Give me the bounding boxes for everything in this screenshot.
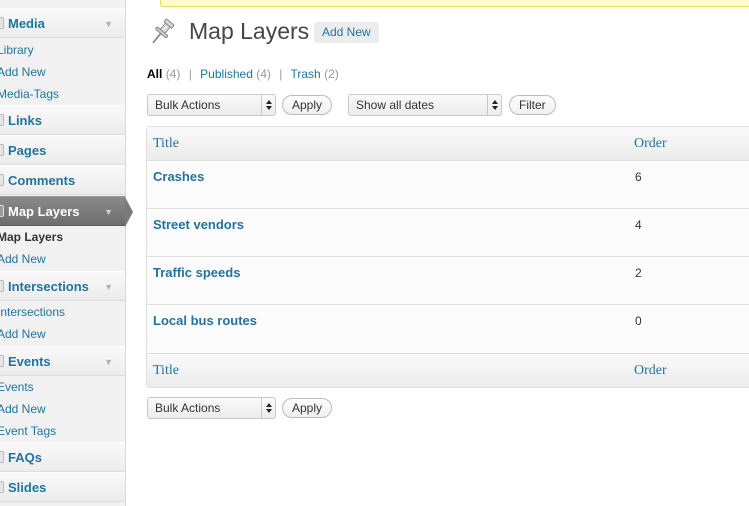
- menu-links[interactable]: Links: [0, 105, 125, 135]
- main-content: Map Layers Add New All (4) | Published (…: [126, 0, 749, 506]
- bulk-actions-select-bottom[interactable]: Bulk Actions: [147, 397, 276, 419]
- faqs-icon: [0, 451, 4, 463]
- intersections-icon: [0, 280, 4, 292]
- add-new-button[interactable]: Add New: [314, 22, 379, 43]
- map-layers-icon: [0, 205, 4, 217]
- menu-media[interactable]: Media ▼: [0, 8, 125, 38]
- dates-select[interactable]: Show all dates: [348, 94, 502, 116]
- menu-map-layers-label: Map Layers: [8, 203, 80, 219]
- menu-links-label: Links: [8, 112, 42, 128]
- column-order-footer[interactable]: Order: [634, 363, 667, 379]
- pages-icon: [0, 144, 4, 156]
- row-order-value: 0: [635, 314, 642, 328]
- table-row: Street vendors 4: [147, 209, 749, 257]
- menu-comments[interactable]: Comments: [0, 165, 125, 195]
- submenu-media-tags[interactable]: Media-Tags: [0, 87, 59, 101]
- filter-all-count: (4): [165, 67, 181, 81]
- filter-trash-count: (2): [324, 67, 339, 81]
- select-arrows-icon: [487, 95, 501, 115]
- filter-button[interactable]: Filter: [509, 95, 556, 115]
- submenu-map-layers-add-new[interactable]: Add New: [0, 252, 46, 266]
- bulk-actions-select[interactable]: Bulk Actions: [147, 94, 276, 116]
- row-title-link[interactable]: Traffic speeds: [153, 265, 240, 280]
- menu-media-label: Media: [8, 15, 45, 31]
- chevron-down-icon[interactable]: ▼: [104, 282, 113, 292]
- row-order-value: 4: [635, 218, 642, 232]
- page-title: Map Layers: [189, 18, 310, 44]
- table-row: Crashes 6: [147, 161, 749, 209]
- menu-pages[interactable]: Pages: [0, 135, 125, 165]
- row-title-link[interactable]: Street vendors: [153, 217, 244, 232]
- status-filter-links: All (4) | Published (4) | Trash (2): [147, 67, 339, 81]
- dates-value: Show all dates: [356, 98, 435, 112]
- menu-faqs-label: FAQs: [8, 449, 42, 465]
- submenu-event-tags[interactable]: Event Tags: [0, 424, 56, 438]
- table-row: Traffic speeds 2: [147, 257, 749, 305]
- menu-events[interactable]: Events ▼: [0, 346, 125, 376]
- table-header: Title Order: [147, 127, 749, 161]
- menu-slides-label: Slides: [8, 479, 47, 495]
- row-order-value: 6: [635, 170, 642, 184]
- filter-separator: |: [279, 67, 283, 81]
- media-icon: [0, 17, 4, 29]
- bulk-actions-value: Bulk Actions: [155, 401, 221, 415]
- submenu-map-layers[interactable]: Map Layers: [0, 230, 63, 244]
- row-title-link[interactable]: Local bus routes: [153, 313, 257, 328]
- slides-icon: [0, 481, 4, 493]
- apply-button-bottom[interactable]: Apply: [282, 398, 333, 418]
- menu-events-label: Events: [8, 353, 51, 369]
- chevron-down-icon[interactable]: ▼: [104, 207, 113, 217]
- filter-all[interactable]: All: [147, 67, 162, 81]
- column-order-header[interactable]: Order: [634, 136, 667, 152]
- map-layers-table: Title Order Crashes 6 Street vendors 4 T…: [146, 126, 749, 388]
- events-icon: [0, 355, 4, 367]
- menu-faqs[interactable]: FAQs: [0, 442, 125, 472]
- submenu-media-add-new[interactable]: Add New: [0, 65, 46, 79]
- column-title-footer[interactable]: Title: [153, 363, 179, 379]
- row-order-value: 2: [635, 266, 642, 280]
- menu-map-layers[interactable]: Map Layers ▼: [0, 196, 133, 227]
- menu-comments-label: Comments: [8, 172, 76, 188]
- menu-intersections[interactable]: Intersections ▼: [0, 271, 125, 301]
- apply-button[interactable]: Apply: [282, 95, 333, 115]
- submenu-events-add-new[interactable]: Add New: [0, 402, 46, 416]
- chevron-down-icon[interactable]: ▼: [104, 19, 113, 29]
- admin-sidebar: Media ▼ Library Add New Media-Tags Links…: [0, 0, 133, 506]
- links-icon: [0, 114, 4, 126]
- submenu-intersections-add-new[interactable]: Add New: [0, 327, 46, 341]
- menu-slides[interactable]: Slides: [0, 472, 125, 502]
- column-title-header[interactable]: Title: [153, 136, 179, 152]
- select-arrows-icon: [261, 95, 275, 115]
- bulk-actions-value: Bulk Actions: [155, 98, 221, 112]
- row-title-link[interactable]: Crashes: [153, 169, 204, 184]
- submenu-intersections[interactable]: Intersections: [0, 305, 65, 319]
- submenu-library[interactable]: Library: [0, 43, 34, 57]
- filter-separator: |: [188, 67, 192, 81]
- table-footer: Title Order: [147, 353, 749, 387]
- menu-pages-label: Pages: [8, 142, 47, 158]
- chevron-down-icon[interactable]: ▼: [104, 357, 113, 367]
- table-body: Crashes 6 Street vendors 4 Traffic speed…: [147, 161, 749, 353]
- filter-published-count: (4): [256, 67, 271, 81]
- menu-intersections-label: Intersections: [8, 278, 89, 294]
- admin-notice: [160, 0, 749, 7]
- filter-published[interactable]: Published: [200, 67, 253, 81]
- select-arrows-icon: [261, 398, 275, 418]
- filter-trash[interactable]: Trash: [291, 67, 321, 81]
- pushpin-icon: [152, 18, 175, 44]
- comments-icon: [0, 174, 4, 186]
- table-row: Local bus routes 0: [147, 305, 749, 353]
- submenu-events[interactable]: Events: [0, 380, 34, 394]
